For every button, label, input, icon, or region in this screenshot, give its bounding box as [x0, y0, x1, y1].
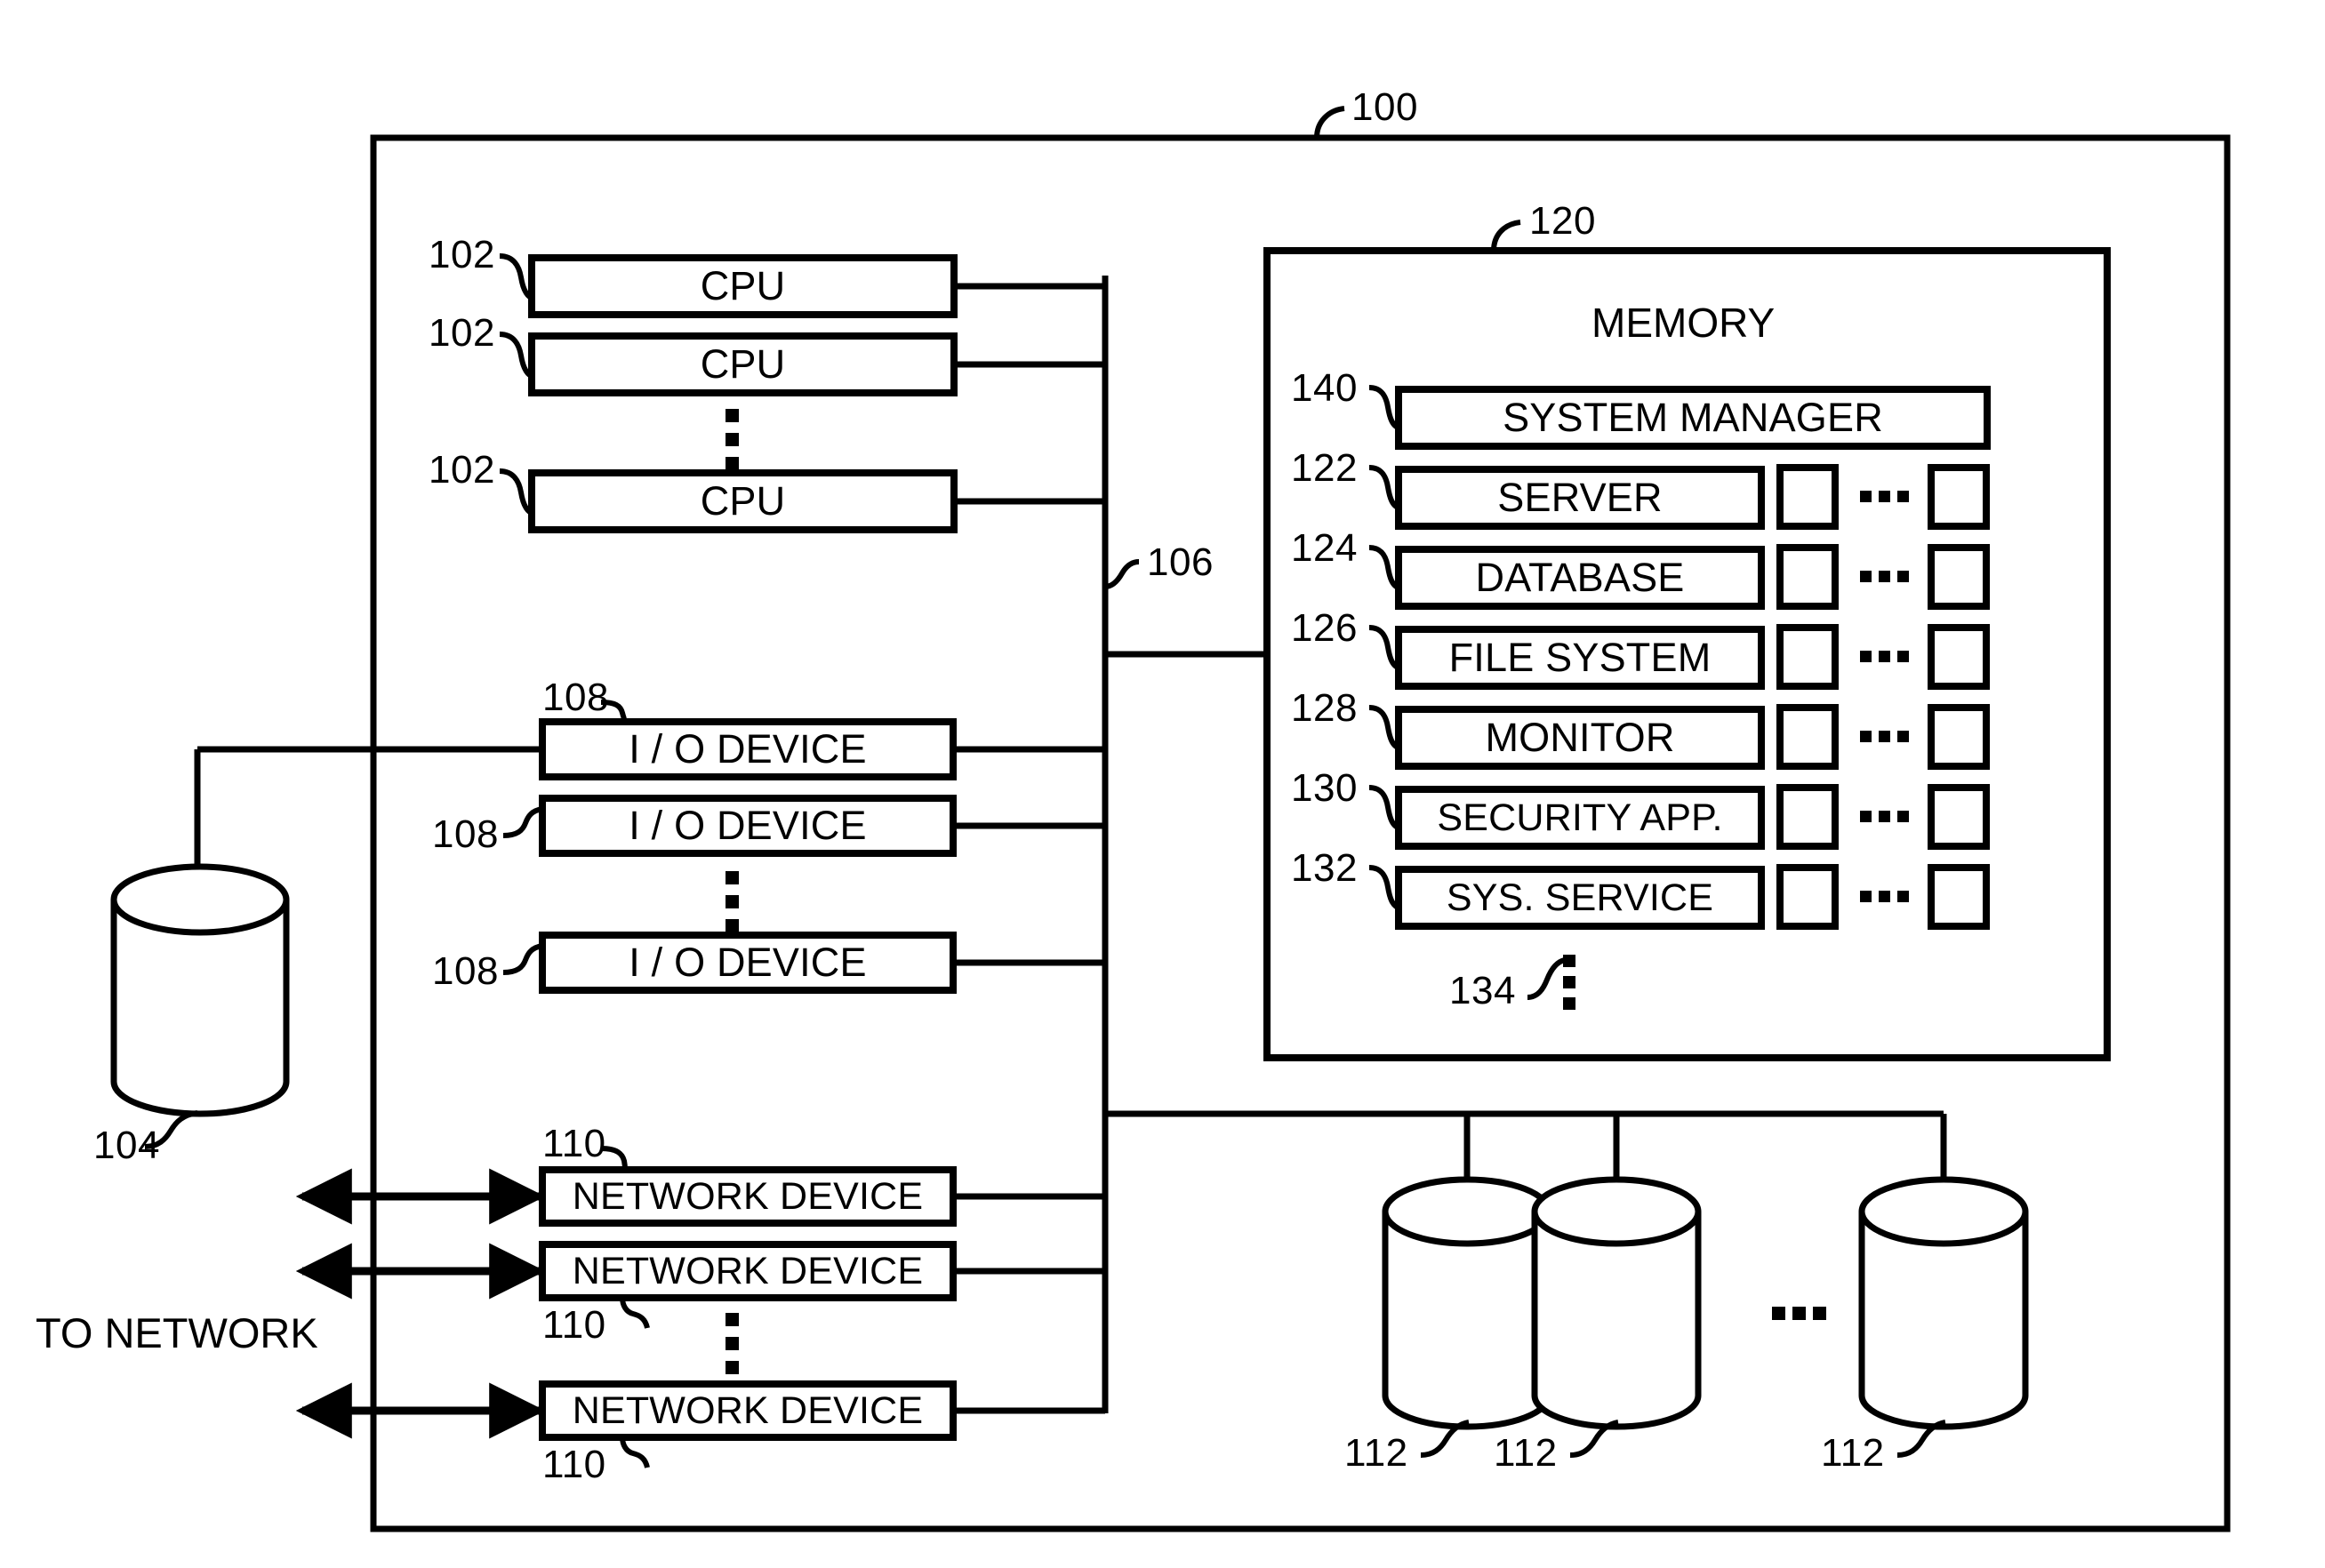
ref-lead-120 — [1491, 220, 1521, 252]
ref-lead-108-2 — [502, 806, 543, 838]
module-label-database: DATABASE — [1475, 555, 1685, 600]
diagram-linework — [110, 106, 2231, 1532]
ref-label-cpu-3: 102 — [429, 448, 495, 492]
ref-label-system: 100 — [1351, 85, 1418, 129]
module-label-monitor: MONITOR — [1485, 715, 1675, 760]
ref-label-module-126: 126 — [1291, 606, 1358, 650]
cpu-label-3: CPU — [700, 478, 786, 524]
net-vertical-ellipsis — [726, 1313, 739, 1374]
ref-label-net-1: 110 — [542, 1122, 606, 1165]
ref-lead-110-3 — [620, 1436, 650, 1468]
disk-cylinder-2 — [1531, 1176, 1702, 1430]
module-label-security-app: SECURITY APP. — [1437, 796, 1723, 839]
storage-cylinder-104 — [110, 863, 290, 1117]
net-label-2: NETWORK DEVICE — [572, 1249, 924, 1292]
net-label-1: NETWORK DEVICE — [572, 1174, 924, 1218]
ref-label-io-2: 108 — [432, 812, 499, 856]
ref-label-net-3: 110 — [542, 1443, 606, 1486]
module-label-sys-service: SYS. SERVICE — [1446, 876, 1714, 919]
module-label-system-manager: SYSTEM MANAGER — [1503, 395, 1883, 440]
ref-label-io-1: 108 — [542, 676, 609, 719]
module-label-file-system: FILE SYSTEM — [1448, 635, 1712, 680]
ref-lead-100 — [1314, 106, 1345, 139]
ref-label-disk-2: 112 — [1494, 1431, 1558, 1475]
module-label-server: SERVER — [1497, 475, 1663, 520]
net-label-3: NETWORK DEVICE — [572, 1388, 924, 1432]
figure-canvas: 100 106 120 MEMORY 102 102 102 CPU CPU C… — [0, 0, 2325, 1568]
ref-label-net-2: 110 — [542, 1303, 606, 1347]
more-modules-ellipsis — [1563, 955, 1575, 1010]
ref-label-module-128: 128 — [1291, 686, 1358, 730]
ref-label-bus: 106 — [1147, 540, 1214, 584]
io-label-2: I / O DEVICE — [629, 803, 867, 848]
memory-title: MEMORY — [1591, 300, 1776, 346]
ref-label-cpu-1: 102 — [429, 233, 495, 276]
disk-cylinder-1 — [1382, 1176, 1552, 1430]
io-vertical-ellipsis — [726, 871, 739, 932]
ref-label-module-140: 140 — [1291, 366, 1358, 410]
to-network-caption: TO NETWORK — [36, 1309, 318, 1356]
ref-label-memory: 120 — [1529, 199, 1596, 243]
disk-array-ellipsis — [1772, 1307, 1826, 1320]
ref-lead-108-3 — [502, 943, 543, 975]
disk-cylinder-3 — [1858, 1176, 2029, 1430]
ref-label-io-3: 108 — [432, 949, 499, 993]
cpu-label-2: CPU — [700, 341, 786, 387]
ref-label-module-122: 122 — [1291, 446, 1358, 490]
ref-label-cpu-2: 102 — [429, 311, 495, 355]
ref-lead-106 — [1104, 559, 1140, 589]
cpu-vertical-ellipsis — [726, 409, 739, 470]
ref-label-disk-3: 112 — [1821, 1431, 1885, 1475]
io-label-1: I / O DEVICE — [629, 726, 867, 772]
cpu-label-1: CPU — [700, 263, 786, 308]
ref-label-storage: 104 — [93, 1124, 160, 1167]
ref-lead-110-2 — [620, 1297, 650, 1329]
ref-label-more-modules: 134 — [1449, 969, 1516, 1012]
ref-label-module-124: 124 — [1291, 526, 1358, 570]
ref-label-module-130: 130 — [1291, 766, 1358, 810]
io-label-3: I / O DEVICE — [629, 940, 867, 985]
ref-label-disk-1: 112 — [1344, 1431, 1408, 1475]
ref-label-module-132: 132 — [1291, 846, 1358, 890]
